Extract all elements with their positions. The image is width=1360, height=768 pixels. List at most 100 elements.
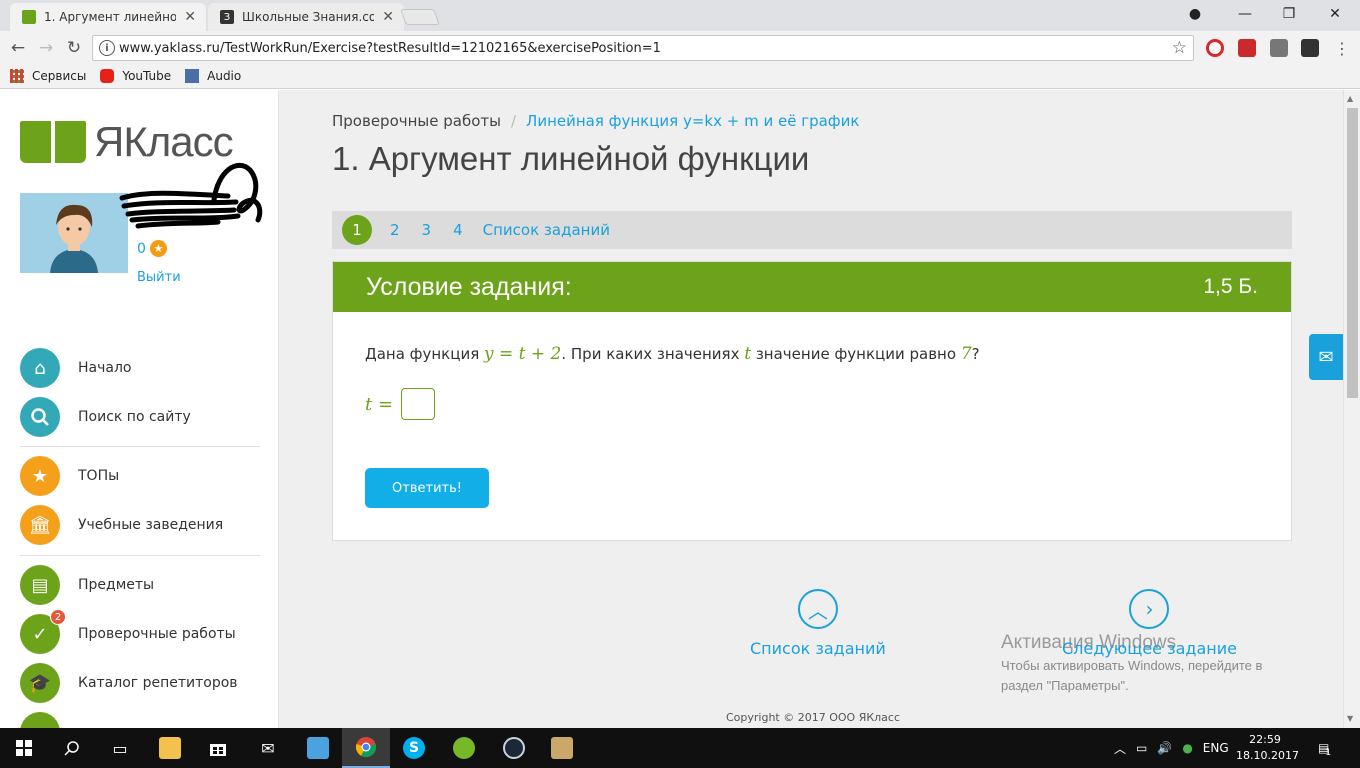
sidebar-item-label: Учебные заведения	[78, 517, 224, 533]
close-tab-icon[interactable]: ✕	[382, 9, 394, 25]
extension-icon[interactable]	[1270, 39, 1288, 57]
breadcrumb-root[interactable]: Проверочные работы	[332, 112, 501, 130]
sidebar-item-label: Каталог репетиторов	[78, 675, 238, 691]
browser-tab-znanija[interactable]: З Школьные Знания.com ✕	[208, 3, 404, 31]
page-scrollbar[interactable]: ▲ ▼	[1343, 90, 1360, 728]
browser-tab-active[interactable]: 1. Аргумент линейной ф ✕	[10, 3, 206, 31]
site-info-icon[interactable]: i	[99, 40, 115, 56]
sidebar-item-tops[interactable]: ★ ТОПы	[20, 456, 119, 496]
sidebar-item-partial[interactable]	[20, 712, 60, 728]
task-text: . При каких значениях	[561, 345, 745, 363]
task-view-icon[interactable]: ▭	[96, 728, 144, 768]
clock-date: 18.10.2017	[1236, 749, 1299, 762]
steam-icon[interactable]	[490, 728, 538, 768]
address-bar[interactable]: i www.yaklass.ru/TestWorkRun/Exercise?te…	[92, 35, 1194, 61]
user-avatar-icon	[20, 193, 128, 273]
network-icon[interactable]: ▭	[1136, 741, 1147, 755]
calculator-app-icon[interactable]	[294, 728, 342, 768]
breadcrumb: Проверочные работы / Линейная функция y=…	[332, 112, 859, 130]
sidebar-item-label: ТОПы	[78, 468, 120, 484]
menu-kebab-icon[interactable]: ⋮	[1330, 36, 1354, 60]
sidebar-item-label: Поиск по сайту	[78, 409, 191, 425]
system-tray: ︿ ▭ 🔊 ● ENG	[1114, 728, 1229, 768]
clock[interactable]: 22:59 18.10.2017	[1236, 732, 1299, 764]
exercise-number-3[interactable]: 3	[422, 221, 432, 239]
exercise-number-2[interactable]: 2	[390, 221, 400, 239]
bookmark-audio[interactable]: Audio	[185, 69, 241, 83]
sidebar-item-label: Начало	[78, 360, 132, 376]
bookmark-youtube[interactable]: YouTube	[100, 69, 171, 83]
sidebar-item-search[interactable]: Поиск по сайту	[20, 397, 191, 437]
bookmark-star-icon[interactable]: ☆	[1172, 38, 1187, 58]
submit-answer-button[interactable]: Ответить!	[365, 468, 489, 508]
status-icon[interactable]: ●	[1182, 741, 1192, 755]
windows-start-icon[interactable]	[0, 728, 48, 768]
apps-grid-icon	[10, 69, 24, 83]
store-icon[interactable]	[194, 728, 242, 768]
browser-tabstrip: 1. Аргумент линейной ф ✕ З Школьные Знан…	[0, 0, 1360, 31]
page-content: ЯКласс 0 ★ Выйти ⌂ Начало Поиск по сайту…	[0, 90, 1360, 728]
sidebar-item-institutions[interactable]: 🏛 Учебные заведения	[20, 505, 223, 545]
maximize-button[interactable]: ❐	[1266, 0, 1312, 28]
logout-link[interactable]: Выйти	[137, 270, 181, 285]
watermark-line: раздел "Параметры".	[1001, 678, 1129, 693]
volume-icon[interactable]: 🔊	[1157, 741, 1172, 755]
sidebar-item-tutors[interactable]: 🎓 Каталог репетиторов	[20, 663, 238, 703]
task-list-nav[interactable]: ︿ Список заданий	[750, 589, 886, 658]
exercise-number-4[interactable]: 4	[453, 221, 463, 239]
chrome-icon[interactable]	[342, 728, 390, 768]
scroll-down-arrow-icon[interactable]: ▼	[1347, 714, 1353, 723]
exercise-list-link[interactable]: Список заданий	[483, 221, 610, 239]
profile-icon[interactable]: ●	[1172, 0, 1218, 28]
yaklass-logo[interactable]: ЯКласс	[20, 118, 234, 166]
next-task-label: Следующее задание	[1062, 639, 1237, 658]
feedback-mail-button[interactable]: ✉	[1309, 334, 1343, 380]
sidebar-item-home[interactable]: ⌂ Начало	[20, 348, 131, 388]
bookmark-services[interactable]: Сервисы	[10, 69, 86, 83]
tab-title: 1. Аргумент линейной ф	[44, 10, 177, 24]
search-icon[interactable]	[48, 728, 96, 768]
answer-input[interactable]	[401, 388, 436, 420]
file-explorer-icon[interactable]	[146, 728, 194, 768]
action-center[interactable]: ▤ 1	[1318, 728, 1331, 768]
book-logo-icon	[20, 121, 86, 163]
menu-divider	[20, 555, 260, 556]
close-window-button[interactable]: ✕	[1312, 0, 1358, 28]
task-header: Условие задания: 1,5 Б.	[333, 262, 1291, 312]
next-task-nav[interactable]: › Следующее задание	[1062, 589, 1237, 658]
sidebar-item-tests[interactable]: ✓ 2 Проверочные работы	[20, 609, 236, 654]
browser-toolbar: ← → ↻ i www.yaklass.ru/TestWorkRun/Exerc…	[0, 31, 1360, 64]
task-header-title: Условие задания:	[366, 272, 572, 301]
breadcrumb-separator: /	[510, 112, 517, 130]
scroll-up-arrow-icon[interactable]: ▲	[1347, 94, 1353, 103]
new-tab-button[interactable]	[400, 9, 440, 25]
paint-icon[interactable]	[538, 728, 586, 768]
task-list-label: Список заданий	[750, 639, 886, 658]
notification-badge: 2	[50, 609, 66, 625]
copyright: Copyright © 2017 ООО ЯКласс	[726, 711, 901, 724]
back-arrow-icon[interactable]: ←	[6, 36, 30, 60]
breadcrumb-current-link[interactable]: Линейная функция y=kx + m и её график	[526, 112, 859, 130]
avatar[interactable]	[20, 193, 128, 273]
url-text: www.yaklass.ru/TestWorkRun/Exercise?test…	[119, 40, 661, 56]
reload-icon[interactable]: ↻	[62, 36, 86, 60]
language-indicator[interactable]: ENG	[1203, 741, 1229, 755]
forward-arrow-icon[interactable]: →	[34, 36, 58, 60]
utorrent-icon[interactable]	[440, 728, 488, 768]
user-points: 0 ★	[137, 240, 167, 257]
opera-extension-icon[interactable]	[1206, 39, 1224, 57]
video-extension-icon[interactable]	[1238, 39, 1256, 57]
exercise-number-1[interactable]: 1	[342, 215, 372, 245]
skype-icon[interactable]: S	[390, 728, 438, 768]
chevron-up-icon[interactable]: ︿	[1114, 740, 1126, 757]
tab-title: Школьные Знания.com	[242, 10, 375, 24]
minimize-button[interactable]: —	[1222, 0, 1268, 28]
extension-icon[interactable]	[1301, 39, 1319, 57]
mail-icon[interactable]: ✉	[244, 728, 292, 768]
close-tab-icon[interactable]: ✕	[184, 9, 196, 25]
answer-row: t =	[365, 388, 436, 420]
scrollbar-thumb[interactable]	[1347, 108, 1358, 398]
sidebar-item-subjects[interactable]: ▤ Предметы	[20, 565, 154, 605]
page-title: 1. Аргумент линейной функции	[332, 140, 810, 177]
book-icon: ▤	[20, 565, 60, 605]
